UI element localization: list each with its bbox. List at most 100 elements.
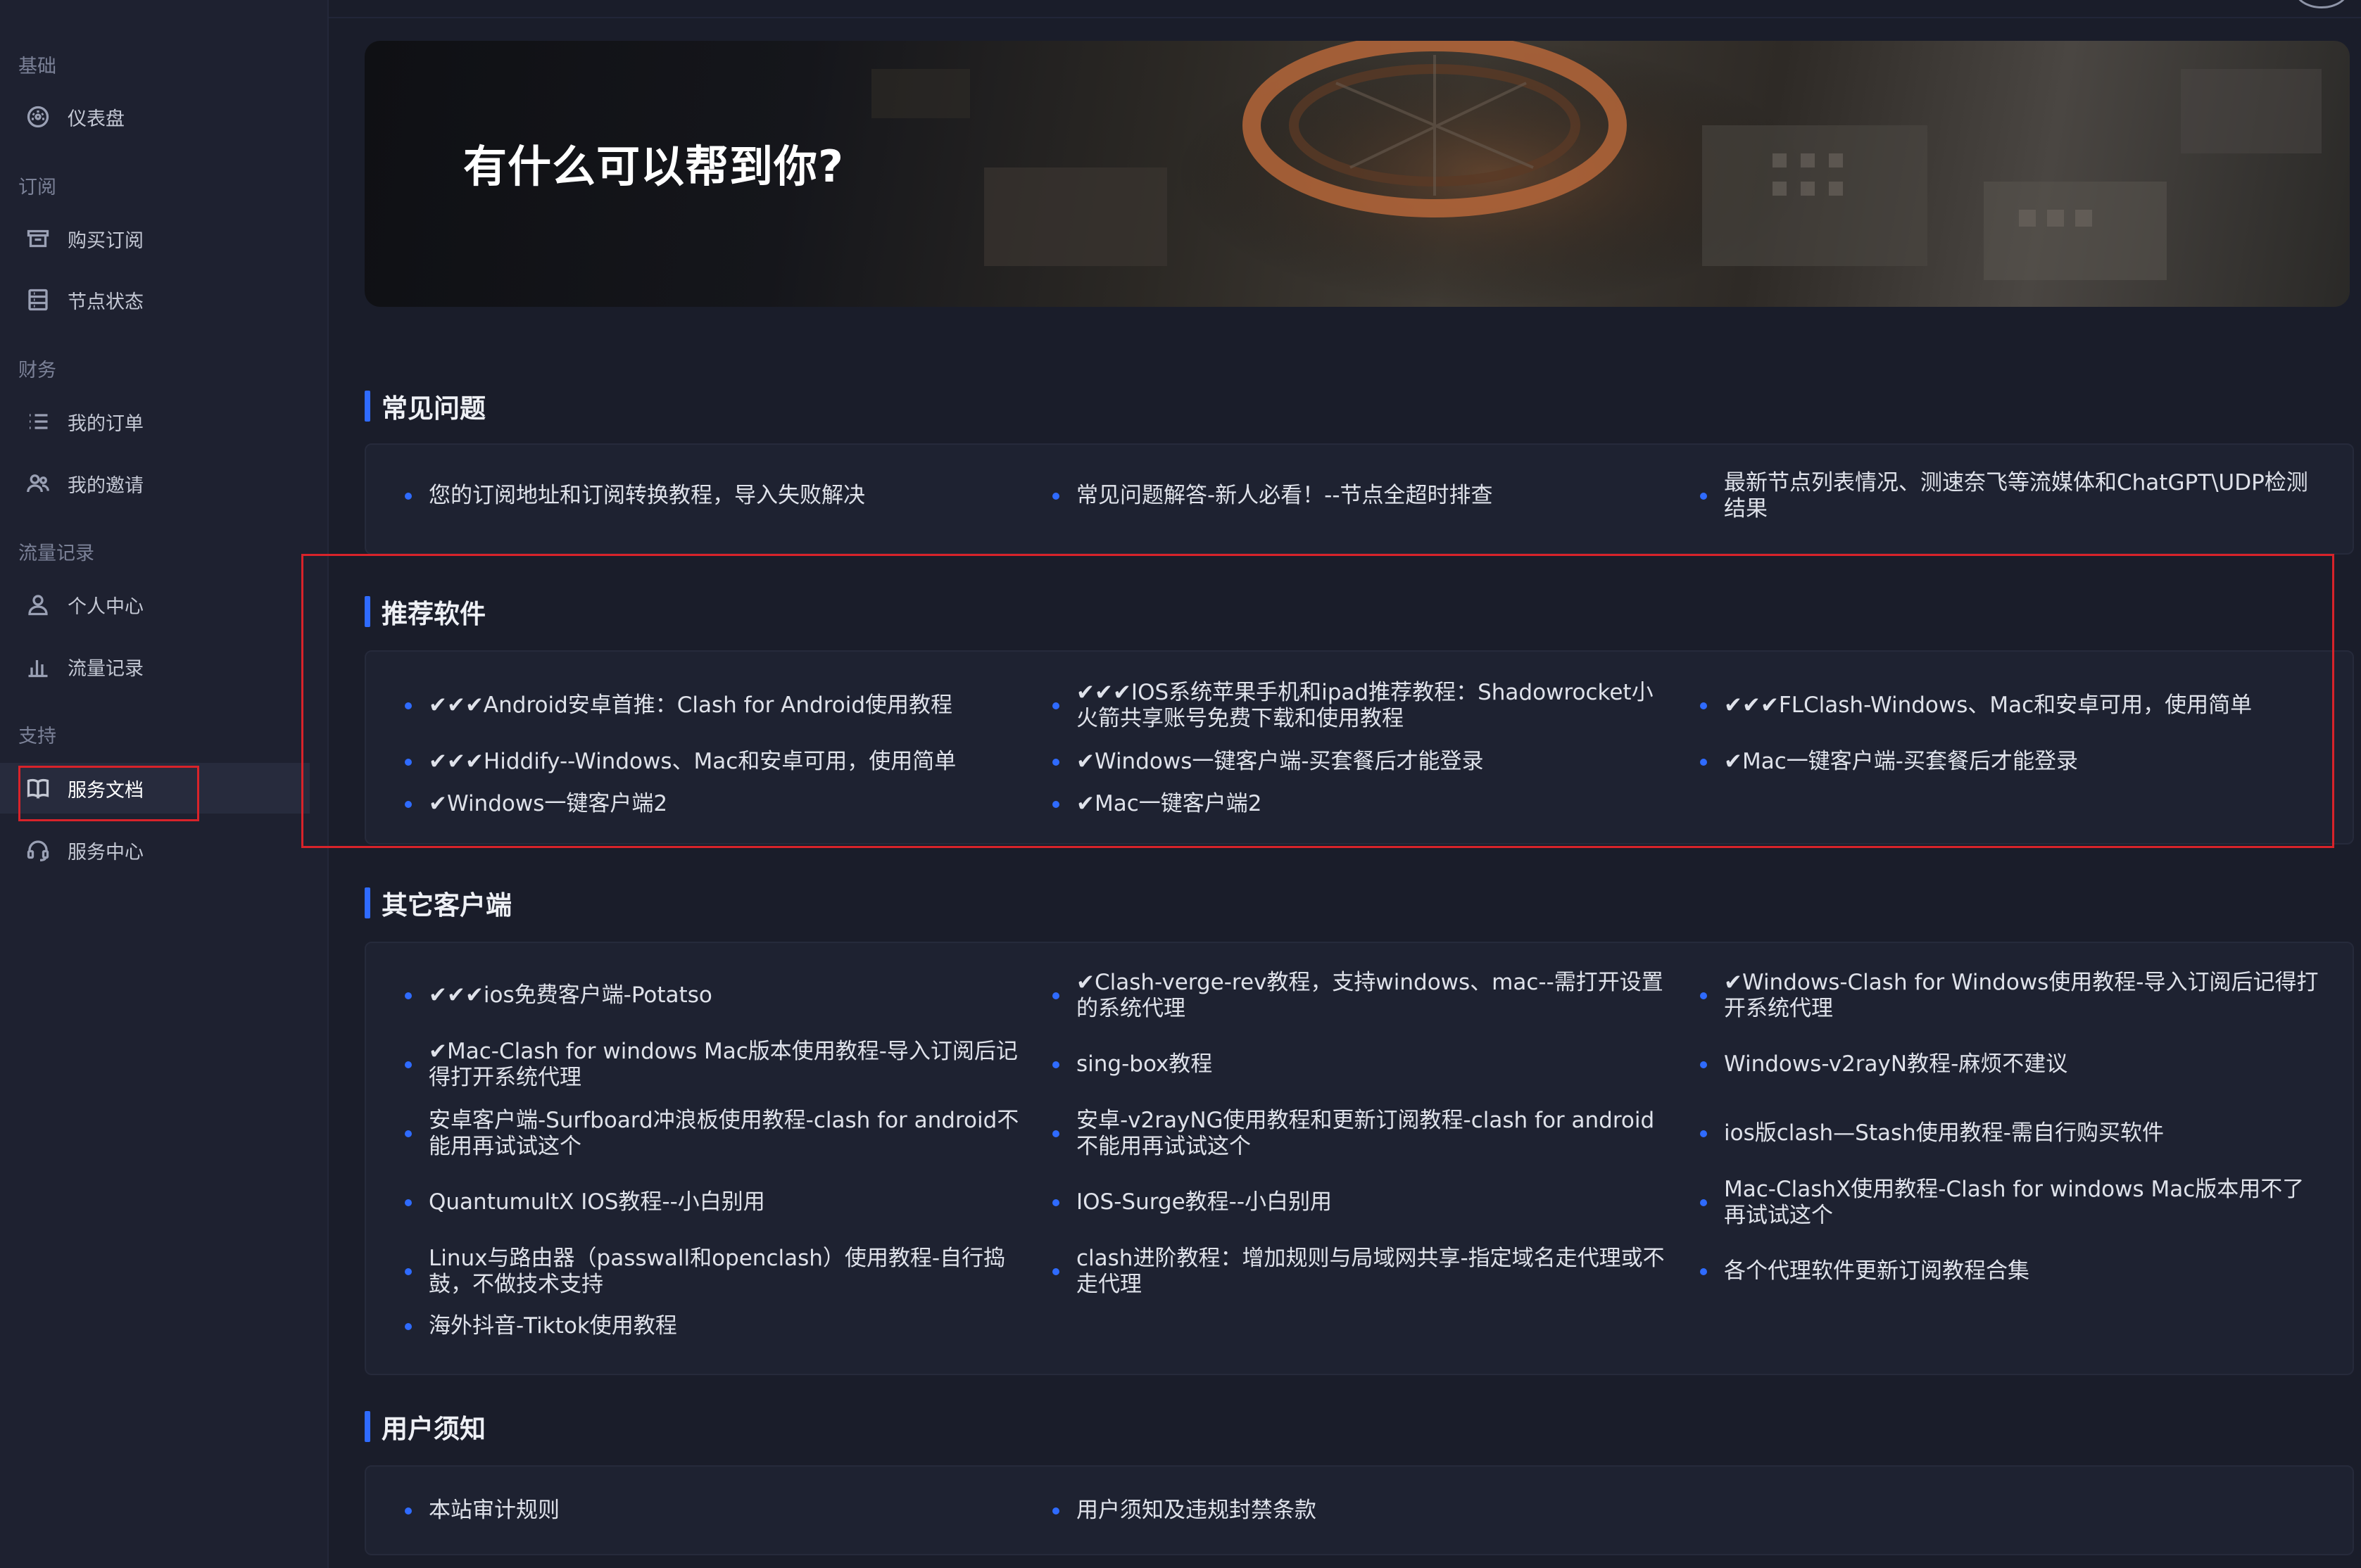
faq-card: 您的订阅地址和订阅转换教程，导入失败解决 常见问题解答-新人必看！--节点全超时…: [365, 443, 2354, 555]
section-accent-bar: [365, 391, 370, 422]
doc-link[interactable]: 最新节点列表情况、测速奈飞等流媒体和ChatGPT\UDP检测结果: [1700, 470, 2319, 522]
doc-link-text: 最新节点列表情况、测速奈飞等流媒体和ChatGPT\UDP检测结果: [1724, 470, 2308, 521]
sidebar-item-label: 个人中心: [68, 595, 144, 618]
hero-title: 有什么可以帮到你?: [463, 141, 844, 192]
bullet: [405, 1507, 412, 1515]
doc-link[interactable]: 您的订阅地址和订阅转换教程，导入失败解决: [405, 483, 1024, 509]
sidebar-item-label: 购买订阅: [68, 229, 144, 252]
doc-link-text: 本站审计规则: [429, 1498, 560, 1523]
doc-link-text: Mac-ClashX使用教程-Clash for windows Mac版本用不…: [1724, 1177, 2305, 1228]
doc-link[interactable]: Linux与路由器（passwall和openclash）使用教程-自行捣鼓，不…: [405, 1246, 1024, 1298]
doc-link[interactable]: ✔Mac-Clash for windows Mac版本使用教程-导入订阅后记得…: [405, 1039, 1024, 1091]
sidebar-item-service-center[interactable]: 服务中心: [0, 825, 310, 875]
doc-link[interactable]: ✔Windows-Clash for Windows使用教程-导入订阅后记得打开…: [1700, 970, 2319, 1022]
bullet: [1052, 492, 1059, 500]
bullet: [1700, 1061, 1707, 1068]
users-icon: [24, 469, 52, 498]
sidebar-section-traffic: 流量记录: [18, 543, 94, 564]
doc-link[interactable]: ✔✔✔ios免费客户端-Potatso: [405, 982, 1024, 1009]
section-title-faq: 常见问题: [365, 390, 486, 424]
doc-link[interactable]: 安卓-v2rayNG使用教程和更新订阅教程-clash for android不…: [1052, 1108, 1672, 1160]
server-icon: [24, 286, 52, 314]
sidebar-item-my-orders[interactable]: 我的订单: [0, 396, 310, 447]
other-clients-card: ✔✔✔ios免费客户端-Potatso ✔Clash-verge-rev教程，支…: [365, 942, 2354, 1375]
sidebar-item-node-status[interactable]: 节点状态: [0, 274, 310, 325]
bullet: [405, 1130, 412, 1137]
doc-link[interactable]: ios版clash—Stash使用教程-需自行购买软件: [1700, 1120, 2319, 1146]
sidebar-item-label: 节点状态: [68, 291, 144, 313]
sidebar-section-subscribe: 订阅: [18, 177, 56, 198]
dashboard-icon: [24, 103, 52, 131]
user-icon: [24, 590, 52, 619]
bullet: [405, 492, 412, 500]
bullet: [1700, 1199, 1707, 1206]
doc-link-text: IOS-Surge教程--小白别用: [1076, 1189, 1333, 1215]
doc-link-text: QuantumultX IOS教程--小白别用: [429, 1189, 765, 1215]
doc-link-text: 您的订阅地址和订阅转换教程，导入失败解决: [429, 483, 865, 508]
bullet: [1700, 493, 1707, 500]
section-accent-bar: [365, 1411, 370, 1442]
section-title-user-notice: 用户须知: [365, 1410, 486, 1444]
doc-link-text: ✔✔✔ios免费客户端-Potatso: [429, 982, 712, 1008]
hero-banner: 有什么可以帮到你?: [365, 41, 2350, 307]
bullet: [405, 992, 412, 999]
doc-link[interactable]: 用户须知及违规封禁条款: [1052, 1498, 1672, 1524]
doc-link[interactable]: 常见问题解答-新人必看！--节点全超时排查: [1052, 483, 1672, 509]
bullet: [405, 1268, 412, 1275]
doc-link-text: ios版clash—Stash使用教程-需自行购买软件: [1724, 1120, 2164, 1146]
doc-link[interactable]: QuantumultX IOS教程--小白别用: [405, 1189, 1024, 1215]
bullet: [1052, 1268, 1059, 1275]
sidebar-item-label: 我的订单: [68, 412, 144, 435]
bullet: [1052, 1507, 1059, 1515]
sidebar-item-profile[interactable]: 个人中心: [0, 579, 310, 630]
section-title-text: 常见问题: [382, 393, 486, 424]
header-divider: [329, 17, 2361, 18]
doc-link[interactable]: 安卓客户端-Surfboard冲浪板使用教程-clash for android…: [405, 1108, 1024, 1160]
app: 基础 仪表盘 订阅 购买订阅 节点状态 财务 我的订单 我的邀请 流量记录 个人…: [0, 0, 2361, 1568]
doc-link[interactable]: 各个代理软件更新订阅教程合集: [1700, 1258, 2319, 1284]
sidebar-item-label: 流量记录: [68, 657, 144, 680]
doc-link[interactable]: IOS-Surge教程--小白别用: [1052, 1189, 1672, 1215]
sidebar-section-basic: 基础: [18, 56, 56, 77]
doc-link-text: Linux与路由器（passwall和openclash）使用教程-自行捣鼓，不…: [429, 1246, 1006, 1297]
bar-chart-icon: [24, 652, 52, 681]
doc-link-text: ✔Windows-Clash for Windows使用教程-导入订阅后记得打开…: [1724, 970, 2319, 1021]
bullet: [405, 1322, 412, 1330]
sidebar-item-label: 我的邀请: [68, 474, 144, 497]
doc-link[interactable]: ✔Clash-verge-rev教程，支持windows、mac--需打开设置的…: [1052, 970, 1672, 1022]
doc-link[interactable]: Mac-ClashX使用教程-Clash for windows Mac版本用不…: [1700, 1177, 2319, 1229]
sidebar-section-support: 支持: [18, 726, 56, 747]
bullet: [1700, 1267, 1707, 1275]
store-icon: [24, 225, 52, 253]
doc-link[interactable]: clash进阶教程：增加规则与局域网共享-指定域名走代理或不走代理: [1052, 1246, 1672, 1298]
doc-link[interactable]: 海外抖音-Tiktok使用教程: [405, 1313, 1024, 1339]
bullet: [1700, 1130, 1707, 1137]
sidebar-item-buy-subscription[interactable]: 购买订阅: [0, 213, 310, 264]
doc-link-text: 安卓-v2rayNG使用教程和更新订阅教程-clash for android不…: [1076, 1108, 1655, 1159]
bullet: [1700, 992, 1707, 999]
section-accent-bar: [365, 887, 370, 918]
doc-link-text: Windows-v2rayN教程-麻烦不建议: [1724, 1051, 2068, 1077]
avatar[interactable]: [2295, 0, 2348, 8]
doc-link-text: ✔Clash-verge-rev教程，支持windows、mac--需打开设置的…: [1076, 970, 1663, 1021]
sidebar-item-my-invites[interactable]: 我的邀请: [0, 458, 310, 509]
doc-link-text: 常见问题解答-新人必看！--节点全超时排查: [1076, 483, 1493, 508]
bullet: [405, 1061, 412, 1068]
sidebar-item-traffic-log[interactable]: 流量记录: [0, 641, 310, 692]
bullet: [1052, 1061, 1059, 1068]
doc-link-text: 安卓客户端-Surfboard冲浪板使用教程-clash for android…: [429, 1108, 1019, 1159]
sidebar-item-dashboard[interactable]: 仪表盘: [0, 91, 310, 142]
doc-link-text: 用户须知及违规封禁条款: [1076, 1498, 1316, 1523]
section-title-other-clients: 其它客户端: [365, 887, 512, 921]
doc-link[interactable]: sing-box教程: [1052, 1051, 1672, 1077]
doc-link-text: ✔Mac-Clash for windows Mac版本使用教程-导入订阅后记得…: [429, 1039, 1018, 1090]
list-icon: [24, 407, 52, 436]
doc-link-text: clash进阶教程：增加规则与局域网共享-指定域名走代理或不走代理: [1076, 1246, 1665, 1297]
sidebar-highlight-box: [18, 766, 199, 821]
doc-link[interactable]: Windows-v2rayN教程-麻烦不建议: [1700, 1051, 2319, 1077]
bullet: [1052, 1199, 1059, 1206]
doc-link-text: 海外抖音-Tiktok使用教程: [429, 1313, 677, 1339]
doc-link[interactable]: 本站审计规则: [405, 1498, 1024, 1524]
bullet: [405, 1199, 412, 1206]
sidebar-item-label: 仪表盘: [68, 108, 125, 130]
